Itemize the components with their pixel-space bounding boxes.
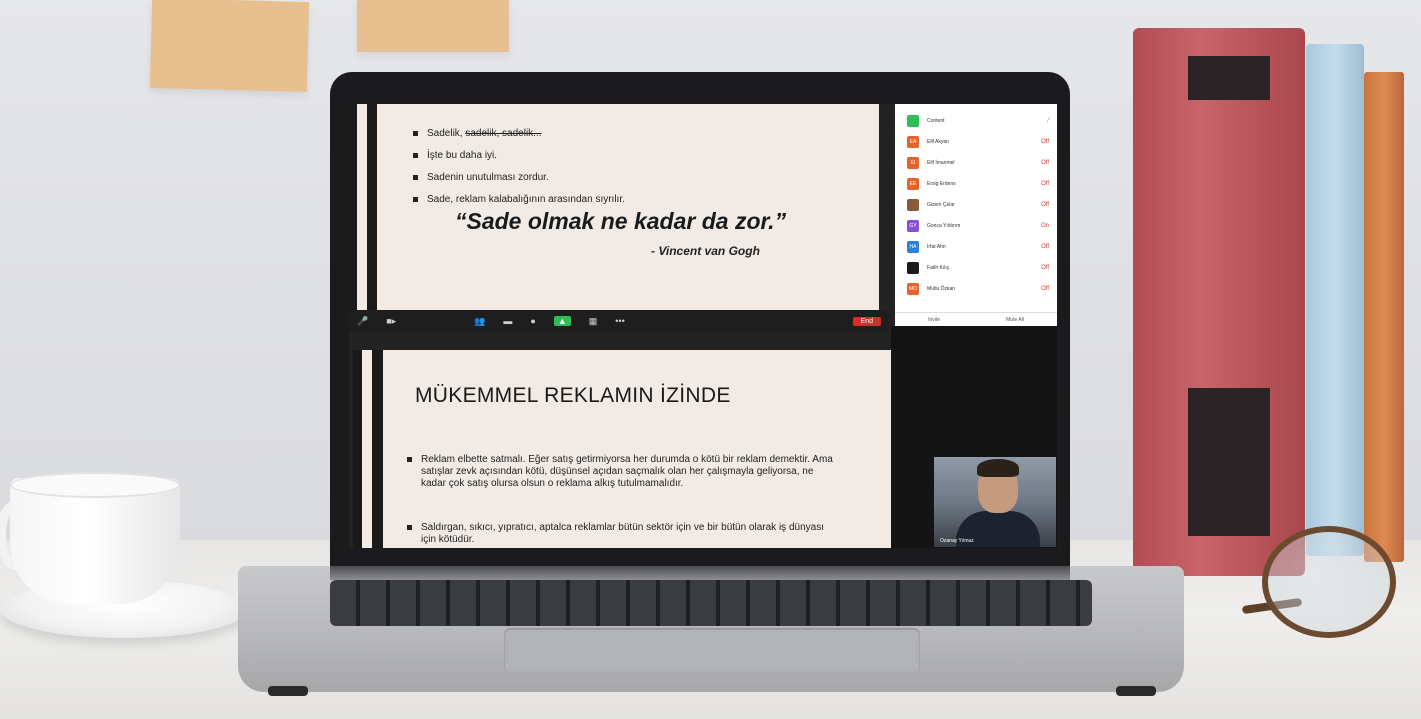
video-status: Off (1041, 201, 1049, 208)
avatar: EE (907, 177, 919, 190)
laptop-foot (1116, 686, 1156, 696)
participant-row[interactable]: Gizem Çelar Off (895, 194, 1057, 215)
record-icon[interactable]: ▦ (589, 316, 598, 327)
book-orange (1364, 72, 1404, 562)
slide-bullet: Saldırgan, sıkıcı, yıpratıcı, aptalca re… (407, 522, 836, 546)
participants-icon[interactable]: 👥 (474, 316, 485, 327)
presentation-slide: MÜKEMMEL REKLAMIN İZİNDE Reklam elbette … (353, 350, 891, 548)
avatar (907, 198, 919, 211)
book-band (1188, 56, 1270, 100)
participant-name: Elif İmanmel (927, 159, 955, 166)
slide-accent-bar (367, 104, 377, 310)
participants-footer: Invite Mute All (895, 312, 1057, 326)
sticky-note (149, 0, 310, 93)
participant-name: Fatih Kılıç (927, 264, 950, 271)
invite-button[interactable]: Invite (928, 317, 940, 323)
person-hair (977, 459, 1019, 477)
participant-row[interactable]: Fatih Kılıç Off (895, 257, 1057, 278)
slide-bullet: Sadelik, sadelik, sadelik... (413, 128, 542, 139)
laptop-foot (268, 686, 308, 696)
avatar (907, 114, 919, 127)
participant-row[interactable]: MO Mutlu Özkan Off (895, 278, 1057, 299)
participant-row[interactable]: GY Gonca Yıldırım On (895, 215, 1057, 236)
avatar: HA (907, 240, 919, 253)
slide-title: MÜKEMMEL REKLAMIN İZİNDE (415, 384, 731, 407)
book-band (1188, 388, 1270, 536)
video-status: Off (1041, 138, 1049, 145)
avatar: EA (907, 135, 919, 148)
end-button[interactable]: End (852, 316, 881, 326)
avatar: GY (907, 219, 919, 232)
book-blue (1306, 44, 1364, 556)
slide-quote: “Sade olmak ne kadar da zor.” (455, 208, 787, 234)
video-status: Off (1041, 285, 1049, 292)
slide-bullet: Sade, reklam kalabalığının arasından sıy… (413, 194, 625, 205)
participant-row[interactable]: EI Elif İmanmel Off (895, 152, 1057, 173)
video-status: Off (1041, 159, 1049, 166)
slide-bullet: Reklam elbette satmalı. Eğer satış getir… (407, 454, 836, 490)
participant-row[interactable]: Content ⁄ (895, 110, 1057, 131)
meeting-toolbar: 🎤 ■▸ 👥 ▬ ● ▲ ▦ ••• End (349, 310, 889, 332)
mute-icon[interactable]: 🎤 (357, 316, 368, 327)
chat-icon[interactable]: ▬ (503, 316, 512, 326)
cup-rim (10, 472, 180, 498)
participant-name: Mutlu Özkan (927, 285, 956, 292)
webcam-video[interactable]: Ozanay Yılmaz (934, 457, 1056, 547)
participant-row[interactable]: EA Elif Akyan Off (895, 131, 1057, 152)
participant-name: Irfat Ahn (927, 243, 946, 250)
avatar: EI (907, 156, 919, 169)
slide-accent-bar (372, 350, 383, 548)
video-status: Off (1041, 180, 1049, 187)
participant-name: Content (927, 117, 945, 124)
video-status: Off (1041, 243, 1049, 250)
shared-slide: Sadelik, sadelik, sadelik... İşte bu dah… (349, 104, 879, 310)
video-status: On (1040, 222, 1049, 229)
slide-bullet: İşte bu daha iyi. (413, 150, 497, 161)
eyeglasses (1262, 526, 1396, 638)
participant-name: Gizem Çelar (927, 201, 955, 208)
participant-name: Gonca Yıldırım (927, 222, 961, 229)
share-screen-icon[interactable]: ▲ (553, 316, 571, 326)
avatar: MO (907, 282, 919, 295)
video-name-label: Ozanay Yılmaz (940, 538, 974, 544)
participant-name: Elif Akyan (927, 138, 949, 145)
slide-accent-bar (349, 104, 357, 310)
mic-muted-icon: ⁄ (1047, 117, 1049, 124)
participant-name: Ersig Erdens (927, 180, 956, 187)
quote-author: - Vincent van Gogh (651, 244, 760, 258)
mute-all-button[interactable]: Mute All (1006, 317, 1024, 323)
sticky-note (357, 0, 509, 52)
trackpad (504, 628, 920, 672)
laptop-screen: Sadelik, sadelik, sadelik... İşte bu dah… (349, 104, 1057, 548)
video-icon[interactable]: ■▸ (386, 316, 396, 327)
participant-row[interactable]: HA Irfat Ahn Off (895, 236, 1057, 257)
more-icon[interactable]: ••• (615, 316, 624, 326)
comment-icon[interactable]: ● (530, 316, 535, 326)
participant-row[interactable]: EE Ersig Erdens Off (895, 173, 1057, 194)
participants-panel: Content ⁄ EA Elif Akyan Off EI Elif İmanmel O… (895, 104, 1057, 326)
avatar (907, 261, 919, 274)
slide-accent-bar (353, 350, 362, 548)
video-status: Off (1041, 264, 1049, 271)
slide-bullet: Sadenin unutulması zordur. (413, 172, 549, 183)
keyboard (330, 580, 1092, 626)
laptop-hinge (330, 566, 1070, 580)
